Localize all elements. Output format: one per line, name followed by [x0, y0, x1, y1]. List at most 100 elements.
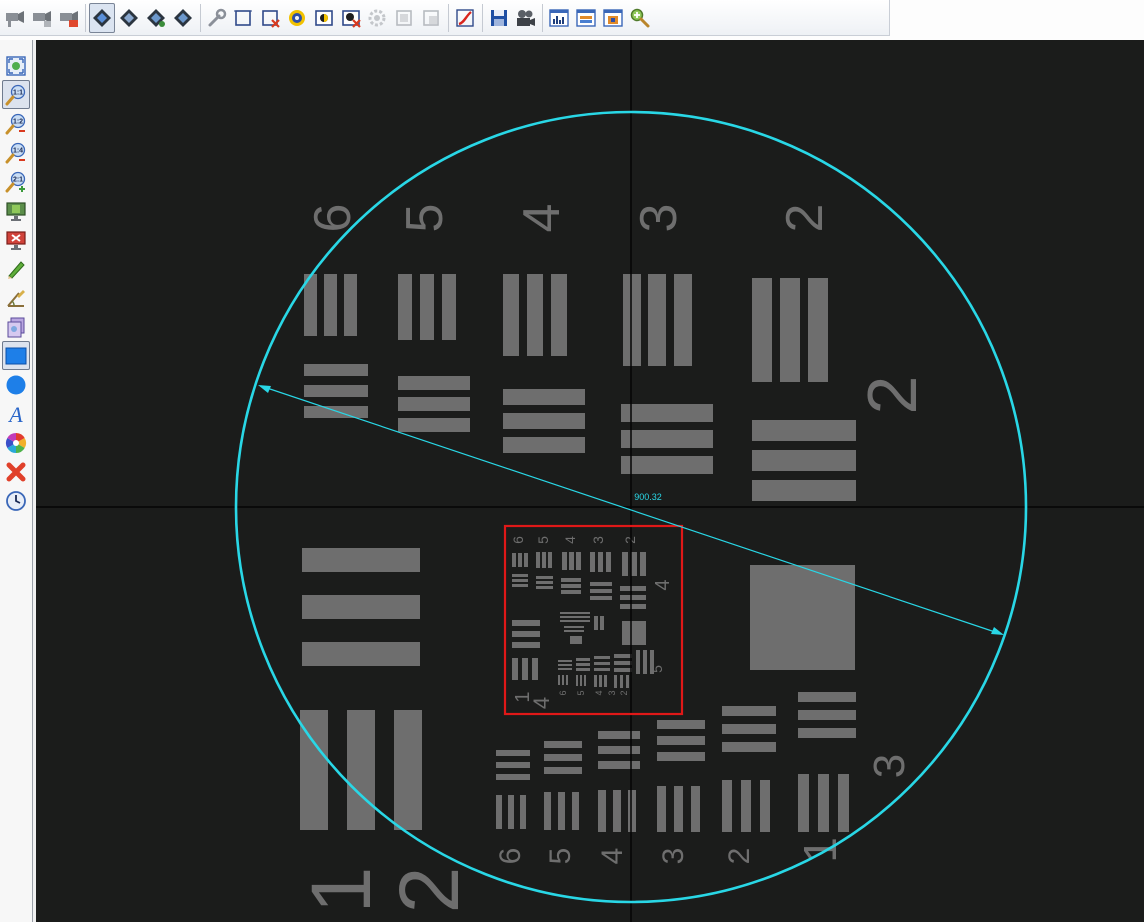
clock-button[interactable]	[2, 486, 30, 515]
svg-text:A: A	[7, 403, 23, 425]
zoom-1-2-icon: 1:2	[5, 113, 27, 135]
inner-number-5: 5	[535, 536, 551, 544]
svg-text:1:2: 1:2	[13, 118, 23, 125]
panel-view-button[interactable]	[573, 3, 599, 33]
bottom-number-4: 4	[596, 848, 629, 865]
target-number-5: 5	[396, 204, 454, 233]
layer-icon	[5, 316, 27, 338]
frame-disabled-2-icon	[420, 7, 442, 29]
toolbar-separator	[481, 3, 483, 32]
rectangle-tool-button[interactable]	[2, 341, 30, 370]
camera-connect-button[interactable]	[2, 3, 28, 33]
gear-disabled-button[interactable]	[364, 3, 390, 33]
svg-text:1:1: 1:1	[13, 89, 23, 96]
live-video-button[interactable]	[89, 2, 116, 33]
large-number-2: 2	[382, 867, 476, 914]
bottom-number-2: 2	[723, 848, 756, 865]
zoom-1-2-button[interactable]: 1:2	[2, 109, 30, 138]
live-video-icon	[91, 7, 113, 29]
panel-view-icon	[575, 7, 597, 29]
bottom-number-5: 5	[544, 848, 577, 865]
zoom-in-button[interactable]	[627, 3, 653, 33]
toolbar-separator	[85, 3, 87, 32]
text-tool-icon: A	[5, 403, 27, 425]
inner-number-3: 3	[590, 536, 606, 544]
video-capture-icon	[172, 7, 194, 29]
roi-select-button[interactable]	[230, 3, 256, 33]
bottom-number-3: 3	[657, 848, 690, 865]
target-number-2: 2	[776, 204, 834, 233]
target-number-6: 6	[304, 204, 362, 233]
fullscreen-exit-button[interactable]	[2, 225, 30, 254]
circle-tool-icon	[5, 374, 27, 396]
target-side-number-3: 3	[865, 754, 914, 778]
delete-annotations-button[interactable]	[2, 457, 30, 486]
toolbar-buttons	[0, 0, 890, 36]
camera-image-viewport[interactable]: 6 5 4 3 2 2 6 5 4 3 2 1 3 1 2 6 5 4 3 2 …	[36, 40, 1144, 922]
inner-side-number-4: 4	[652, 579, 674, 590]
inner-small-number-5: 5	[576, 690, 586, 695]
rectangle-tool-icon	[5, 345, 27, 367]
toolbar-separator	[447, 3, 449, 32]
exposure-icon	[313, 7, 335, 29]
main-toolbar	[0, 0, 1144, 40]
delete-annotations-icon	[5, 461, 27, 483]
text-tool-button[interactable]: A	[2, 399, 30, 428]
film-record-button[interactable]	[512, 3, 538, 33]
zoom-fit-button[interactable]	[2, 51, 30, 80]
zoom-1-1-button[interactable]: 1:1	[2, 80, 30, 109]
target-number-4: 4	[513, 204, 571, 233]
exposure-clear-icon	[340, 7, 362, 29]
video-capture-button[interactable]	[170, 3, 196, 33]
curve-adjust-icon	[454, 7, 476, 29]
large-number-1: 1	[294, 867, 388, 914]
color-wheel-icon	[5, 432, 27, 454]
layer-button[interactable]	[2, 312, 30, 341]
exposure-clear-button[interactable]	[338, 3, 364, 33]
image-background	[36, 40, 1144, 922]
measure-angle-icon	[5, 287, 27, 309]
camera-disconnect-icon	[31, 7, 53, 29]
fullscreen-button[interactable]	[2, 196, 30, 225]
camera-connect-icon	[4, 7, 26, 29]
roi-clear-icon	[259, 7, 281, 29]
inner-side-number-5: 5	[649, 665, 665, 673]
color-wheel-button[interactable]	[2, 428, 30, 457]
inner-small-number-4: 4	[594, 690, 604, 695]
large-square-patch	[750, 565, 855, 670]
wrench-settings-icon	[206, 7, 228, 29]
left-tool-panel: 1:1 1:2 1:4 2:1 A	[0, 40, 33, 922]
inner-number-2: 2	[622, 536, 638, 544]
zoom-2-1-button[interactable]: 2:1	[2, 167, 30, 196]
fit-window-button[interactable]	[600, 3, 626, 33]
bottom-number-6: 6	[494, 848, 527, 865]
zoom-1-1-icon: 1:1	[5, 84, 27, 106]
film-record-icon	[514, 7, 536, 29]
curve-adjust-button[interactable]	[452, 3, 478, 33]
camera-settings-button[interactable]	[56, 3, 82, 33]
white-balance-button[interactable]	[284, 3, 310, 33]
measure-angle-button[interactable]	[2, 283, 30, 312]
exposure-button[interactable]	[311, 3, 337, 33]
svg-text:2:1: 2:1	[13, 176, 23, 183]
histogram-button[interactable]	[546, 3, 572, 33]
camera-disconnect-button[interactable]	[29, 3, 55, 33]
fullscreen-icon	[5, 200, 27, 222]
roi-select-icon	[232, 7, 254, 29]
camera-settings-icon	[58, 7, 80, 29]
inner-number-6: 6	[510, 536, 526, 544]
video-pause-button[interactable]	[116, 3, 142, 33]
pencil-button[interactable]	[2, 254, 30, 283]
save-button[interactable]	[486, 3, 512, 33]
video-next-button[interactable]	[143, 3, 169, 33]
roi-clear-button[interactable]	[257, 3, 283, 33]
fit-window-icon	[602, 7, 624, 29]
wrench-settings-button[interactable]	[204, 3, 230, 33]
frame-disabled-2-button[interactable]	[418, 3, 444, 33]
zoom-1-4-button[interactable]: 1:4	[2, 138, 30, 167]
circle-tool-button[interactable]	[2, 370, 30, 399]
fullscreen-exit-icon	[5, 229, 27, 251]
zoom-1-4-icon: 1:4	[5, 142, 27, 164]
inner-small-number-2: 2	[619, 690, 629, 695]
frame-disabled-button[interactable]	[391, 3, 417, 33]
